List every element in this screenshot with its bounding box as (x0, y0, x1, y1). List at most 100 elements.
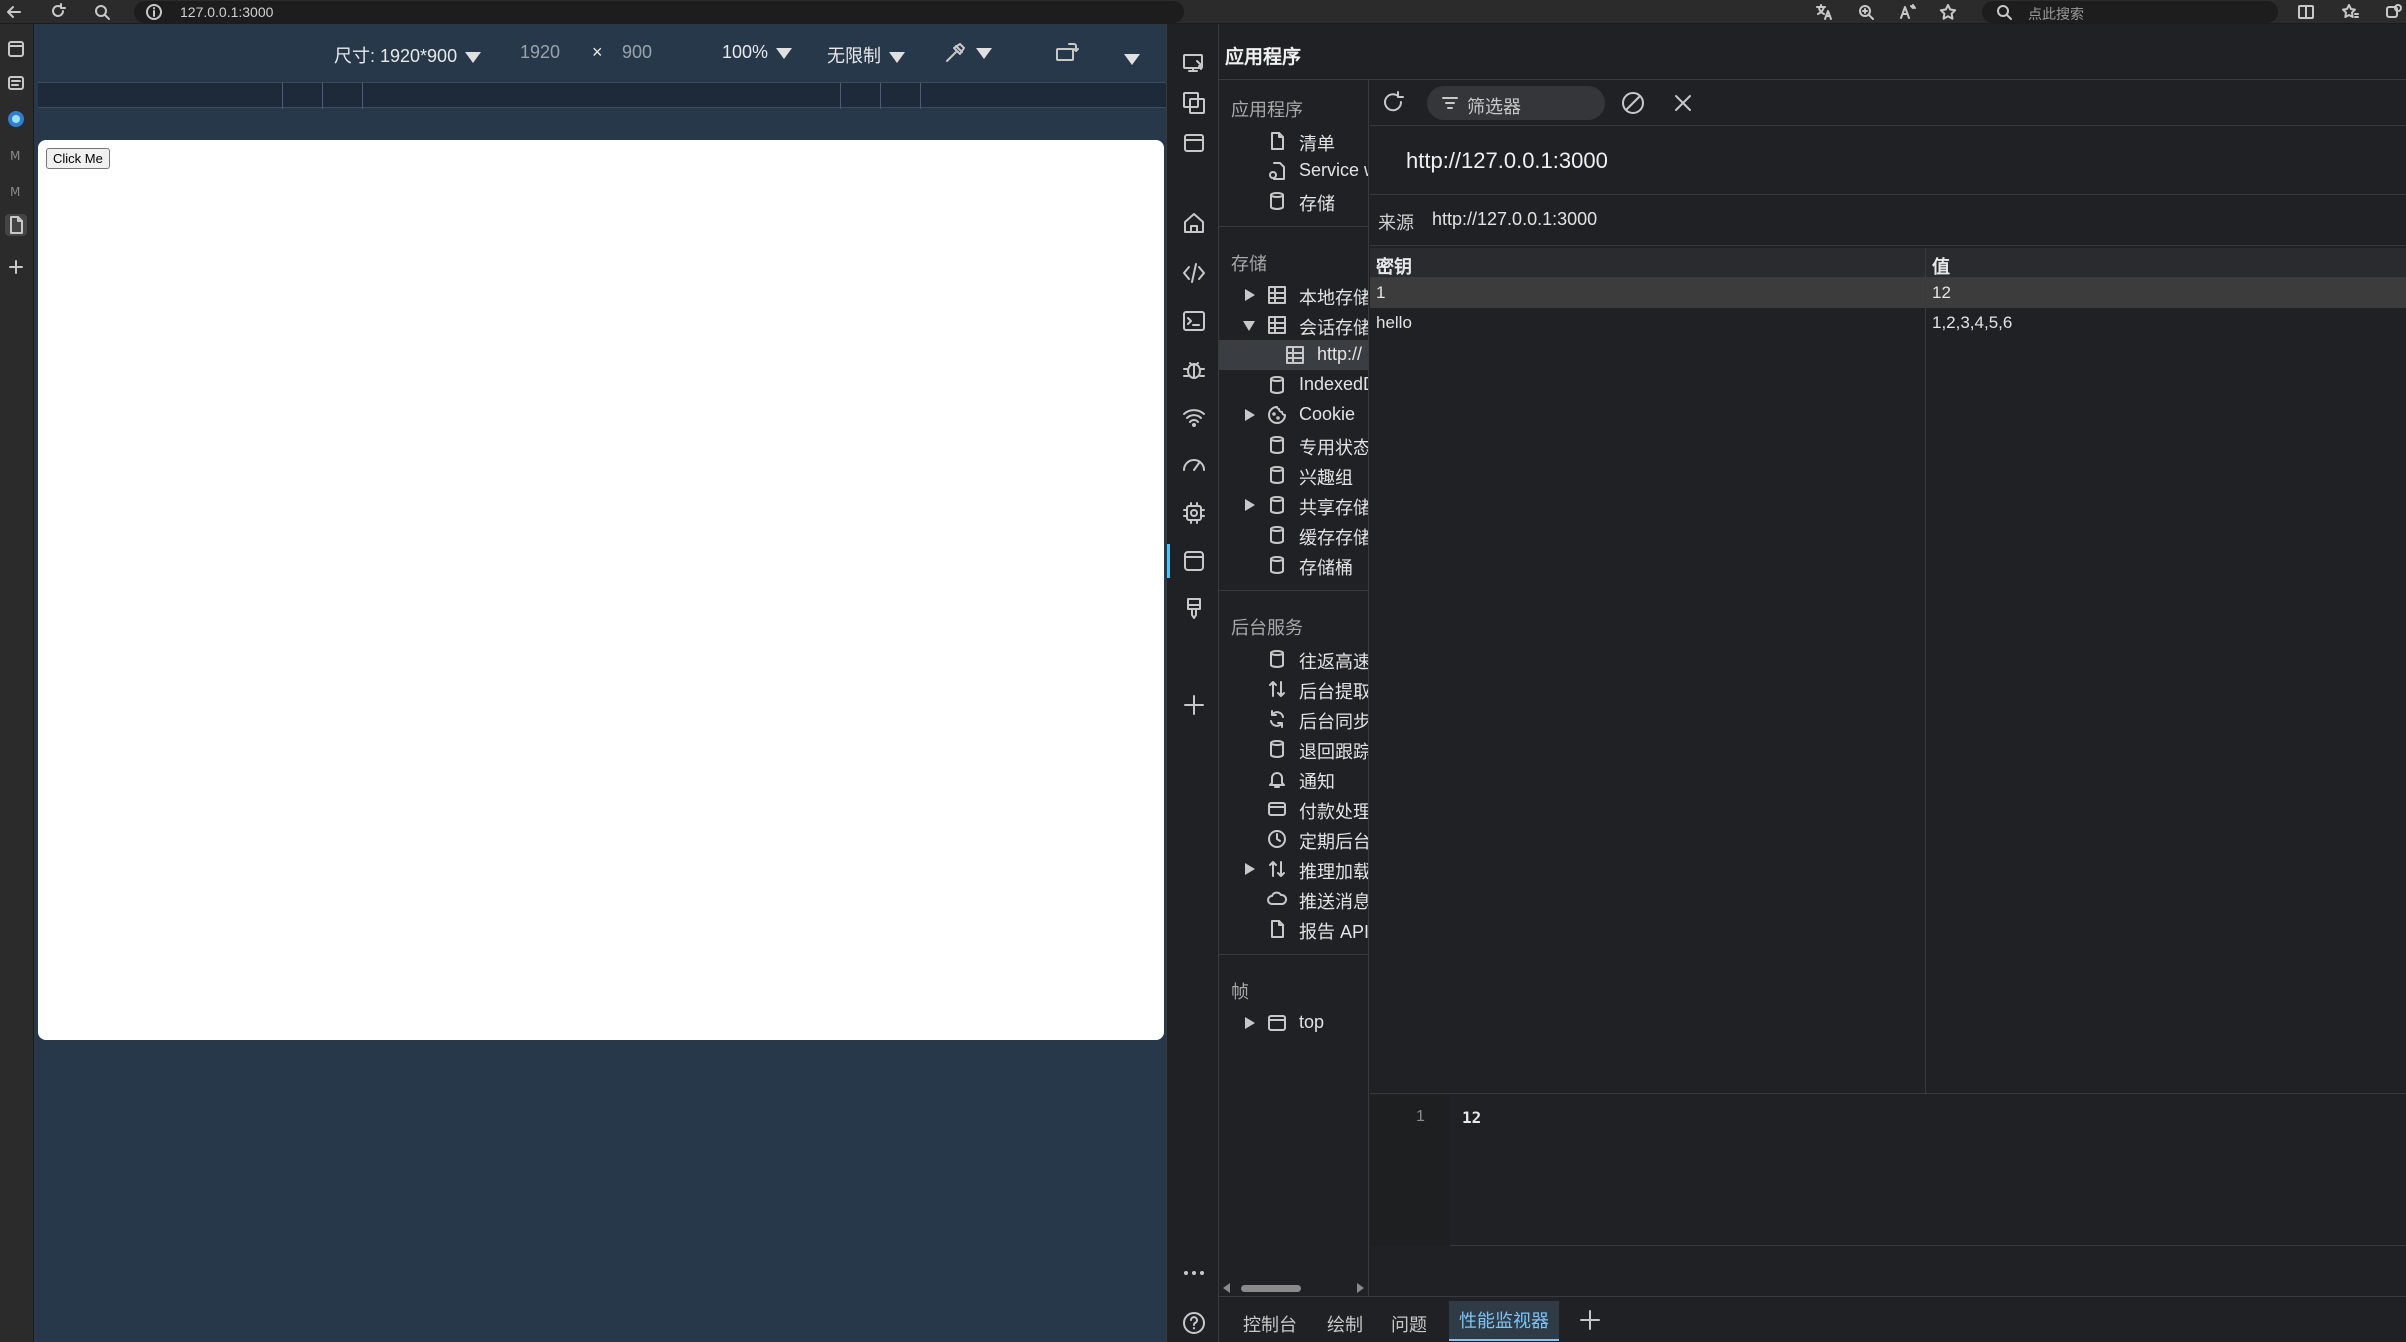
collections-icon[interactable] (5, 72, 27, 94)
split-screen-icon[interactable] (2296, 2, 2316, 22)
tree-item-session-origin[interactable]: http:// (1219, 340, 1368, 370)
tree-item-bfcache[interactable]: 往返高速 (1219, 644, 1368, 674)
new-tab-plus-icon[interactable] (5, 256, 27, 278)
tree-item-interest-groups[interactable]: 兴趣组 (1219, 460, 1368, 490)
cell-value[interactable]: 12 (1932, 283, 1951, 303)
favorite-star-icon[interactable] (1938, 2, 1958, 22)
throttle-dropdown[interactable]: 无限制 (827, 42, 905, 68)
info-icon[interactable] (144, 2, 164, 22)
help-icon[interactable] (1181, 1310, 1207, 1336)
column-header-value[interactable]: 值 (1932, 253, 1950, 279)
performance-gauge-icon[interactable] (1181, 452, 1207, 478)
edge-tab-icon[interactable] (5, 108, 27, 130)
zoom-icon[interactable] (1856, 2, 1876, 22)
table-row[interactable]: 1 12 (1370, 278, 2406, 308)
tree-item-bounce-tracking[interactable]: 退回跟踪 (1219, 734, 1368, 764)
column-divider[interactable] (1925, 248, 1926, 1094)
window-icon[interactable] (1181, 130, 1207, 156)
sources-bug-icon[interactable] (1181, 356, 1207, 382)
tree-item-periodic-sync[interactable]: 定期后台 (1219, 824, 1368, 854)
memory-chip-icon[interactable] (1181, 500, 1207, 526)
height-input[interactable]: 900 (622, 42, 652, 63)
collapse-arrow-icon[interactable] (1243, 321, 1255, 331)
add-tab-plus-icon[interactable] (1577, 1307, 1603, 1333)
tab-m-icon[interactable]: M (5, 144, 27, 166)
console-icon[interactable] (1181, 308, 1207, 334)
extensions-icon[interactable] (2384, 2, 2404, 22)
tab-m-icon[interactable]: M (5, 180, 27, 202)
clear-all-icon[interactable] (1620, 90, 1646, 116)
browser-search-box[interactable]: 点此搜索 (1982, 1, 2278, 23)
scroll-left-arrow-icon[interactable] (1223, 1283, 1230, 1293)
tree-item-cookies[interactable]: Cookie (1219, 400, 1368, 430)
tab-actions-icon[interactable] (5, 38, 27, 60)
expand-arrow-icon[interactable] (1245, 1017, 1255, 1029)
search-icon[interactable] (92, 2, 112, 22)
cell-value[interactable]: 1,2,3,4,5,6 (1932, 313, 2012, 333)
tree-item-shared-storage[interactable]: 共享存储 (1219, 490, 1368, 520)
tree-item-cache-storage[interactable]: 缓存存储 (1219, 520, 1368, 550)
expand-arrow-icon[interactable] (1245, 289, 1255, 301)
tree-item-session-storage[interactable]: 会话存储 (1219, 310, 1368, 340)
tree-item-private-state[interactable]: 专用状态 (1219, 430, 1368, 460)
tree-item-reporting-api[interactable]: 报告 API (1219, 914, 1368, 944)
tab-rendering[interactable]: 绘制 (1327, 1311, 1363, 1337)
more-options-icon[interactable] (1181, 1260, 1207, 1286)
tree-item-frame-top[interactable]: top (1219, 1008, 1368, 1038)
delete-selected-close-icon[interactable] (1670, 90, 1696, 116)
table-row[interactable]: hello 1,2,3,4,5,6 (1370, 308, 2406, 338)
filter-input[interactable]: 筛选器 (1427, 86, 1605, 120)
expand-arrow-icon[interactable] (1245, 499, 1255, 511)
search-placeholder[interactable]: 点此搜索 (2028, 4, 2084, 24)
dimensions-dropdown[interactable]: 尺寸: 1920*900 (334, 42, 482, 68)
cell-key[interactable]: 1 (1376, 283, 1385, 303)
device-emulation-icon[interactable] (1181, 50, 1207, 76)
back-icon[interactable] (4, 2, 24, 22)
tree-item-storage-buckets[interactable]: 存储桶 (1219, 550, 1368, 580)
tree-item-notifications[interactable]: 通知 (1219, 764, 1368, 794)
application-panel-icon[interactable] (1181, 548, 1207, 574)
tree-item-local-storage[interactable]: 本地存储 (1219, 280, 1368, 310)
tree-item-background-fetch[interactable]: 后台提取 (1219, 674, 1368, 704)
welcome-home-icon[interactable] (1181, 210, 1207, 236)
tree-item-background-sync[interactable]: 后台同步 (1219, 704, 1368, 734)
sensor-dropdown[interactable] (942, 40, 992, 66)
tree-item-payment-handler[interactable]: 付款处理 (1219, 794, 1368, 824)
inspect-element-icon[interactable] (1181, 90, 1207, 116)
tree-item-indexeddb[interactable]: IndexedD (1219, 370, 1368, 400)
network-wifi-icon[interactable] (1181, 404, 1207, 430)
preview-value[interactable]: 12 (1462, 1108, 1481, 1127)
rotate-icon[interactable] (1054, 40, 1080, 66)
expand-arrow-icon[interactable] (1245, 863, 1255, 875)
zoom-dropdown[interactable]: 100% (722, 42, 793, 63)
scroll-right-arrow-icon[interactable] (1357, 1283, 1364, 1293)
width-input[interactable]: 1920 (520, 42, 560, 63)
address-bar[interactable]: 127.0.0.1:3000 (134, 1, 1184, 23)
reload-icon[interactable] (48, 2, 68, 22)
tab-performance-monitor[interactable]: 性能监视器 (1449, 1301, 1559, 1341)
column-header-key[interactable]: 密钥 (1376, 253, 1412, 279)
tree-item-storage[interactable]: 存储 (1219, 186, 1368, 216)
translate-icon[interactable] (1814, 2, 1834, 22)
css-overview-brush-icon[interactable] (1181, 596, 1207, 622)
expand-arrow-icon[interactable] (1245, 409, 1255, 421)
device-more-dropdown[interactable] (1124, 48, 1140, 69)
elements-code-icon[interactable] (1181, 260, 1207, 286)
more-tools-plus-icon[interactable] (1181, 692, 1207, 718)
document-tab-icon[interactable] (5, 214, 27, 236)
tree-item-manifest[interactable]: 清单 (1219, 126, 1368, 156)
tree-item-service-workers[interactable]: Service w (1219, 156, 1368, 186)
horizontal-scrollbar[interactable] (1219, 1280, 1368, 1296)
favorites-icon[interactable] (2340, 2, 2360, 22)
media-query-ruler[interactable] (38, 82, 1166, 109)
refresh-icon[interactable] (1380, 90, 1406, 116)
tree-item-speculative-loads[interactable]: 推理加载 (1219, 854, 1368, 884)
tab-issues[interactable]: 问题 (1391, 1311, 1427, 1337)
tree-item-push-messaging[interactable]: 推送消息 (1219, 884, 1368, 914)
click-me-button[interactable]: Click Me (46, 148, 110, 169)
address-text[interactable]: 127.0.0.1:3000 (180, 4, 273, 20)
cell-key[interactable]: hello (1376, 313, 1412, 333)
read-aloud-icon[interactable] (1898, 2, 1918, 22)
tab-console[interactable]: 控制台 (1243, 1311, 1297, 1337)
scrollbar-thumb[interactable] (1241, 1285, 1301, 1292)
